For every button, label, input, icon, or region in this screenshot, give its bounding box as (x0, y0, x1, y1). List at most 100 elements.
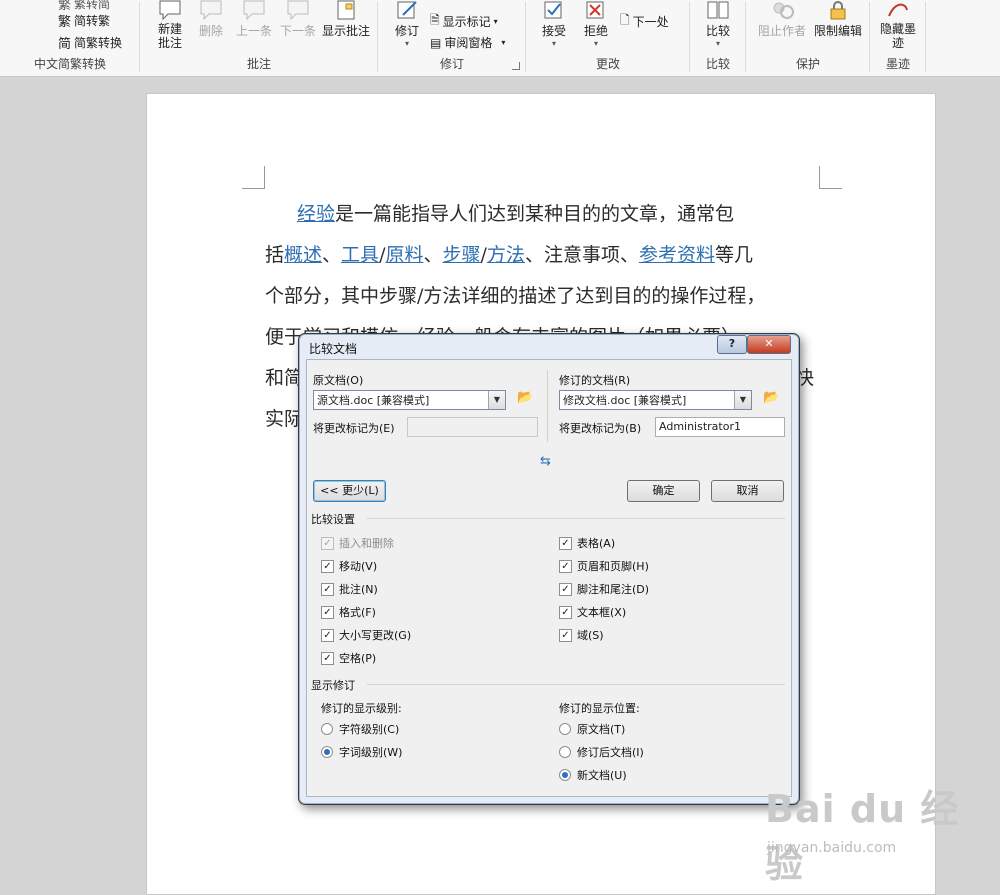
case-changes-checkbox[interactable]: ✓ 大小写更改(G) (321, 627, 411, 643)
chevron-down-icon: ▾ (493, 17, 498, 26)
chevron-down-icon[interactable]: ▼ (734, 391, 751, 409)
radio-icon (321, 723, 333, 735)
new-comment-button[interactable]: 新建 批注 (150, 0, 190, 50)
show-markup-dropdown[interactable]: 🗎 显示标记 ▾ (430, 11, 498, 32)
chinese-conversion-group: 繁 繁转简 繁 简转繁 简 简繁转换 中文简繁转换 (0, 0, 140, 76)
radio-selected-icon (559, 769, 571, 781)
word-level-radio[interactable]: 字词级别(W) (321, 744, 402, 760)
compare-documents-dialog: 比较文档 ? ✕ 原文档(O) 源文档.doc [兼容模式] ▼ 📂 将更改标记… (298, 333, 800, 805)
comments-checkbox[interactable]: ✓ 批注(N) (321, 581, 378, 597)
link-references[interactable]: 参考资料 (639, 244, 715, 266)
revised-mark-label: 将更改标记为(B) (559, 422, 642, 435)
fields-checkbox[interactable]: ✓ 域(S) (559, 627, 604, 643)
original-document-label: 原文档(O) (313, 374, 364, 387)
delete-comment-icon (200, 0, 222, 20)
headers-footers-checkbox[interactable]: ✓ 页眉和页脚(H) (559, 558, 649, 574)
review-pane-icon: ▤ (430, 35, 442, 50)
protect-group-label: 保护 (795, 57, 820, 71)
delete-comment-button[interactable]: 删除 (192, 0, 230, 39)
checkmark-icon: ✓ (559, 628, 572, 642)
radio-selected-icon (321, 746, 333, 758)
review-pane-dropdown[interactable]: ▤ 审阅窗格 ▾ (430, 34, 505, 51)
checkmark-icon: ✓ (559, 536, 572, 550)
ok-button[interactable]: 确定 (627, 480, 700, 502)
revised-document-radio[interactable]: 修订后文档(I) (559, 744, 644, 760)
tables-checkbox[interactable]: ✓ 表格(A) (559, 535, 615, 551)
next-comment-icon (287, 0, 309, 20)
original-document-combo[interactable]: 源文档.doc [兼容模式] ▼ (313, 390, 506, 410)
cancel-button[interactable]: 取消 (711, 480, 784, 502)
link-overview[interactable]: 概述 (284, 244, 322, 266)
tracking-group-label: 修订 (439, 57, 464, 71)
close-icon: ✕ (764, 337, 774, 350)
insertions-deletions-checkbox[interactable]: ✓ 插入和删除 (321, 535, 394, 551)
restrict-editing-button[interactable]: 限制编辑 (810, 0, 866, 39)
link-experience[interactable]: 经验 (297, 203, 335, 225)
next-change-button[interactable]: 🗋 下一处 (620, 11, 669, 32)
chinese-conversion-group-label: 中文简繁转换 (33, 57, 106, 71)
original-mark-field[interactable] (407, 417, 538, 437)
dialog-titlebar[interactable]: 比较文档 ? ✕ (299, 334, 799, 358)
checkmark-icon: ✓ (559, 582, 572, 596)
accept-icon (544, 1, 562, 19)
chevron-down-icon[interactable]: ▼ (488, 391, 505, 409)
track-changes-button[interactable]: 修订 ▾ (388, 0, 426, 48)
link-tools[interactable]: 工具 (341, 244, 379, 266)
show-comments-button[interactable]: 显示批注 (318, 0, 374, 39)
watermark-url: jingyan.baidu.com (767, 840, 897, 856)
ink-group: 隐藏墨 迹 墨迹 (870, 0, 926, 76)
tracking-dialog-launcher[interactable] (512, 62, 520, 70)
protect-group: 阻止作者 限制编辑 保护 (746, 0, 870, 76)
moves-checkbox[interactable]: ✓ 移动(V) (321, 558, 377, 574)
compare-button[interactable]: 比较 ▾ (696, 0, 740, 48)
less-options-button[interactable]: << 更少(L) (313, 480, 386, 502)
formatting-checkbox[interactable]: ✓ 格式(F) (321, 604, 376, 620)
reject-button[interactable]: 拒绝 ▾ (576, 0, 616, 48)
dialog-client-area: 原文档(O) 源文档.doc [兼容模式] ▼ 📂 将更改标记为(E) 修订的文… (306, 359, 792, 797)
changes-group-label: 更改 (595, 57, 620, 71)
convert-chars-icon: 简 (58, 37, 72, 52)
footnotes-endnotes-checkbox[interactable]: ✓ 脚注和尾注(D) (559, 581, 649, 597)
next-comment-button[interactable]: 下一条 (276, 0, 320, 39)
help-icon: ? (728, 337, 736, 350)
revised-mark-field[interactable]: Administrator1 (655, 417, 785, 437)
simplified-traditional-convert-button[interactable]: 简 简繁转换 (58, 33, 122, 52)
checkmark-icon: ✓ (321, 605, 334, 619)
open-folder-icon[interactable]: 📂 (517, 390, 533, 405)
simplified-to-traditional-button[interactable]: 繁 简转繁 (58, 11, 110, 30)
previous-comment-button[interactable]: 上一条 (232, 0, 276, 39)
checkmark-icon: ✓ (321, 582, 334, 596)
paragraph-line: 个部分，其中步骤/方法详细的描述了达到目的的操作过程， (265, 285, 766, 307)
textboxes-checkbox[interactable]: ✓ 文本框(X) (559, 604, 626, 620)
paragraph-line: 经验是一篇能指导人们达到某种目的的文章，通常包 (297, 203, 735, 225)
close-button[interactable]: ✕ (747, 335, 791, 354)
checkmark-icon: ✓ (321, 559, 334, 573)
block-authors-button[interactable]: 阻止作者 (754, 0, 810, 39)
accept-button[interactable]: 接受 ▾ (534, 0, 574, 48)
link-materials[interactable]: 原料 (385, 244, 423, 266)
margin-corner-mark (819, 166, 842, 189)
swap-documents-icon[interactable]: ⇆ (540, 454, 551, 469)
link-steps[interactable]: 步骤 (443, 244, 481, 266)
paragraph-line: 括概述、工具/原料、步骤/方法、注意事项、参考资料等几 (265, 244, 753, 266)
comments-group-label: 批注 (246, 57, 271, 71)
new-document-radio[interactable]: 新文档(U) (559, 767, 627, 783)
hide-ink-button[interactable]: 隐藏墨 迹 (874, 0, 922, 50)
original-mark-label: 将更改标记为(E) (313, 422, 395, 435)
open-folder-icon[interactable]: 📂 (763, 390, 779, 405)
compare-settings-title: 比较设置 (311, 513, 355, 526)
track-changes-dropdown-arrow: ▾ (404, 39, 409, 48)
checkmark-icon: ✓ (321, 651, 334, 665)
white-space-checkbox[interactable]: ✓ 空格(P) (321, 650, 376, 666)
character-level-radio[interactable]: 字符级别(C) (321, 721, 399, 737)
comments-group: 新建 批注 删除 上一条 下一条 显示批注 批注 (140, 0, 378, 76)
previous-comment-icon (243, 0, 265, 20)
help-button[interactable]: ? (717, 335, 747, 354)
reject-icon (586, 1, 604, 19)
link-methods[interactable]: 方法 (487, 244, 525, 266)
compare-group: 比较 ▾ 比较 (690, 0, 746, 76)
accept-dropdown-arrow: ▾ (551, 39, 556, 48)
next-change-icon: 🗋 (620, 13, 630, 27)
revised-document-combo[interactable]: 修改文档.doc [兼容模式] ▼ (559, 390, 752, 410)
original-document-radio[interactable]: 原文档(T) (559, 721, 625, 737)
